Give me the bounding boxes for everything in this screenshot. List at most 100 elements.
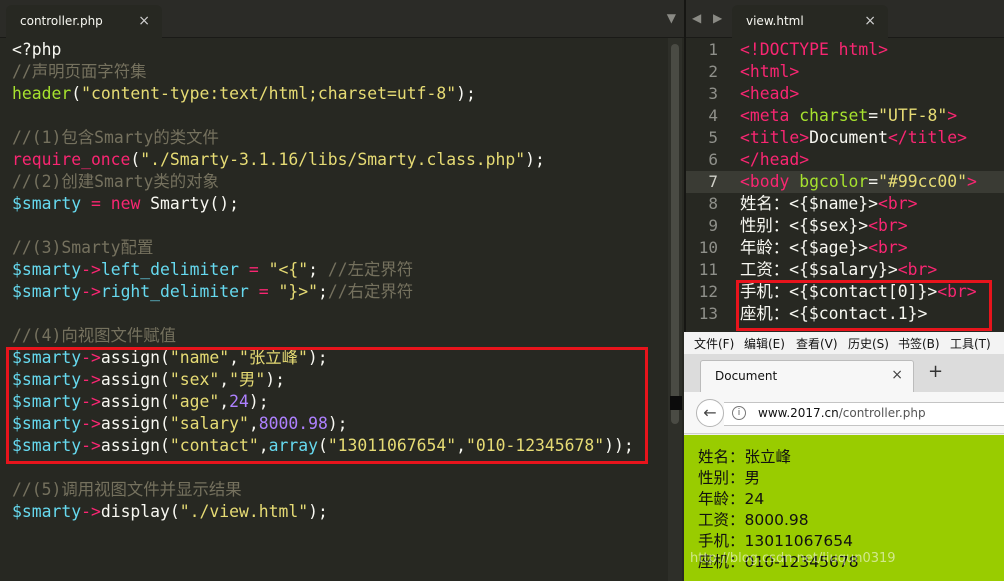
code-token: $smarty — [12, 194, 82, 213]
line-number: 9 — [708, 216, 718, 235]
code-token: "}>" — [278, 282, 318, 301]
code-token: "content-type:text/html;charset=utf-8" — [81, 84, 457, 103]
code-line: //(1)包含Smarty的类文件 — [12, 127, 662, 149]
menu-item[interactable]: 文件(F) — [694, 335, 734, 352]
code-token: ; — [308, 260, 328, 279]
url-text[interactable]: www.2017.cn/controller.php — [758, 406, 926, 420]
line-number: 10 — [698, 238, 718, 257]
code-token: //(3)Smarty配置 — [12, 238, 154, 257]
code-token: ( — [71, 84, 82, 103]
vertical-scrollbar[interactable] — [668, 38, 682, 581]
tab-nav-arrows-icon[interactable]: ◀ ▶ — [692, 11, 726, 25]
page-text-line: 姓名：张立峰 — [698, 448, 792, 466]
code-token: > — [966, 172, 977, 191]
code-token: > — [947, 106, 958, 125]
code-line: require_once("./Smarty-3.1.16/libs/Smart… — [12, 149, 662, 171]
code-token: //(1)包含Smarty的类文件 — [12, 128, 219, 147]
menu-item[interactable]: 查看(V) — [796, 335, 838, 352]
code-line: <body bgcolor="#99cc00"> — [740, 171, 1004, 193]
code-token: "UTF-8" — [878, 106, 948, 125]
code-line: <html> — [740, 61, 1004, 83]
menu-item[interactable]: 编辑(E) — [744, 335, 785, 352]
info-icon[interactable]: i — [732, 406, 746, 420]
code-token: ); — [525, 150, 545, 169]
code-token: <html> — [740, 62, 800, 81]
code-token: <br> — [877, 194, 918, 213]
code-line: //(5)调用视图文件并显示结果 — [12, 479, 662, 501]
code-token: <?php — [12, 40, 62, 59]
right-tab-bar: ◀ ▶ view.html × — [686, 0, 1004, 38]
code-token: </title> — [888, 128, 967, 147]
code-line: 年龄：<{$age}><br> — [740, 237, 1004, 259]
highlight-box-assign — [6, 347, 648, 464]
code-token: $smarty — [12, 502, 82, 521]
line-number: 8 — [708, 194, 718, 213]
scroll-marker — [670, 396, 682, 410]
code-token: //(5)调用视图文件并显示结果 — [12, 480, 242, 499]
code-token: = — [248, 260, 259, 279]
menu-item[interactable]: 历史(S) — [848, 335, 889, 352]
code-token: 年龄：<{$age}> — [740, 238, 869, 257]
page-text-line: 年龄：24 — [698, 490, 765, 508]
line-number: 13 — [698, 304, 718, 323]
tab-controller-php[interactable]: controller.php × — [6, 5, 162, 38]
line-number: 6 — [708, 150, 718, 169]
url-path: /controller.php — [838, 406, 926, 420]
close-icon[interactable]: × — [891, 367, 903, 383]
code-line: //声明页面字符集 — [12, 61, 662, 83]
browser-tab-document[interactable]: Document × — [700, 360, 914, 392]
code-line: <meta charset="UTF-8"> — [740, 105, 1004, 127]
close-icon[interactable]: × — [864, 5, 876, 38]
back-button[interactable]: ← — [696, 399, 724, 427]
code-line: <?php — [12, 39, 662, 61]
menu-item[interactable]: 工具(T) — [950, 335, 991, 352]
code-token: //左定界符 — [327, 260, 414, 279]
line-number-gutter: 1 2 3 4 5 6 7 8 9 10 11 12 13 — [686, 39, 726, 325]
code-token: </head> — [740, 150, 810, 169]
code-token: -> — [81, 260, 101, 279]
tab-title: view.html — [746, 14, 804, 28]
scroll-thumb[interactable] — [671, 44, 679, 424]
code-token: = — [868, 172, 879, 191]
code-token: //声明页面字符集 — [12, 62, 147, 81]
code-token: <body — [740, 172, 790, 191]
line-number: 4 — [708, 106, 718, 125]
code-token: new — [110, 194, 141, 213]
line-number: 1 — [708, 40, 718, 59]
menu-bar: 文件(F) 编辑(E) 查看(V) 历史(S) 书签(B) 工具(T) — [684, 332, 1004, 354]
chevron-down-icon[interactable]: ▼ — [667, 11, 676, 25]
browser-tab-strip: Document × + — [684, 354, 1004, 392]
line-number: 3 — [708, 84, 718, 103]
code-line: <title>Document</title> — [740, 127, 1004, 149]
code-token: <br> — [897, 260, 938, 279]
code-token: -> — [81, 282, 101, 301]
code-line: $smarty->display("./view.html"); — [12, 501, 662, 523]
url-bar[interactable]: i www.2017.cn/controller.php — [724, 402, 1004, 426]
code-token: 工资：<{$salary}> — [740, 260, 898, 279]
line-number: 7 — [708, 172, 718, 191]
new-tab-button[interactable]: + — [928, 361, 943, 382]
code-token: <br> — [868, 238, 908, 257]
code-token: "./Smarty-3.1.16/libs/Smarty.class.php" — [140, 150, 526, 169]
close-icon[interactable]: × — [138, 5, 150, 38]
line-number: 11 — [698, 260, 718, 279]
code-token: header — [12, 84, 72, 103]
menu-item[interactable]: 书签(B) — [898, 335, 940, 352]
code-line: 姓名：<{$name}><br> — [740, 193, 1004, 215]
code-token: //(2)创建Smarty类的对象 — [12, 172, 219, 191]
code-token: ; — [317, 282, 328, 301]
tab-view-html[interactable]: view.html × — [732, 5, 888, 38]
code-line: //(2)创建Smarty类的对象 — [12, 171, 662, 193]
code-token: charset — [799, 106, 869, 125]
code-token: ( — [130, 150, 141, 169]
page-text-line: 手机：13011067654 — [698, 532, 853, 550]
